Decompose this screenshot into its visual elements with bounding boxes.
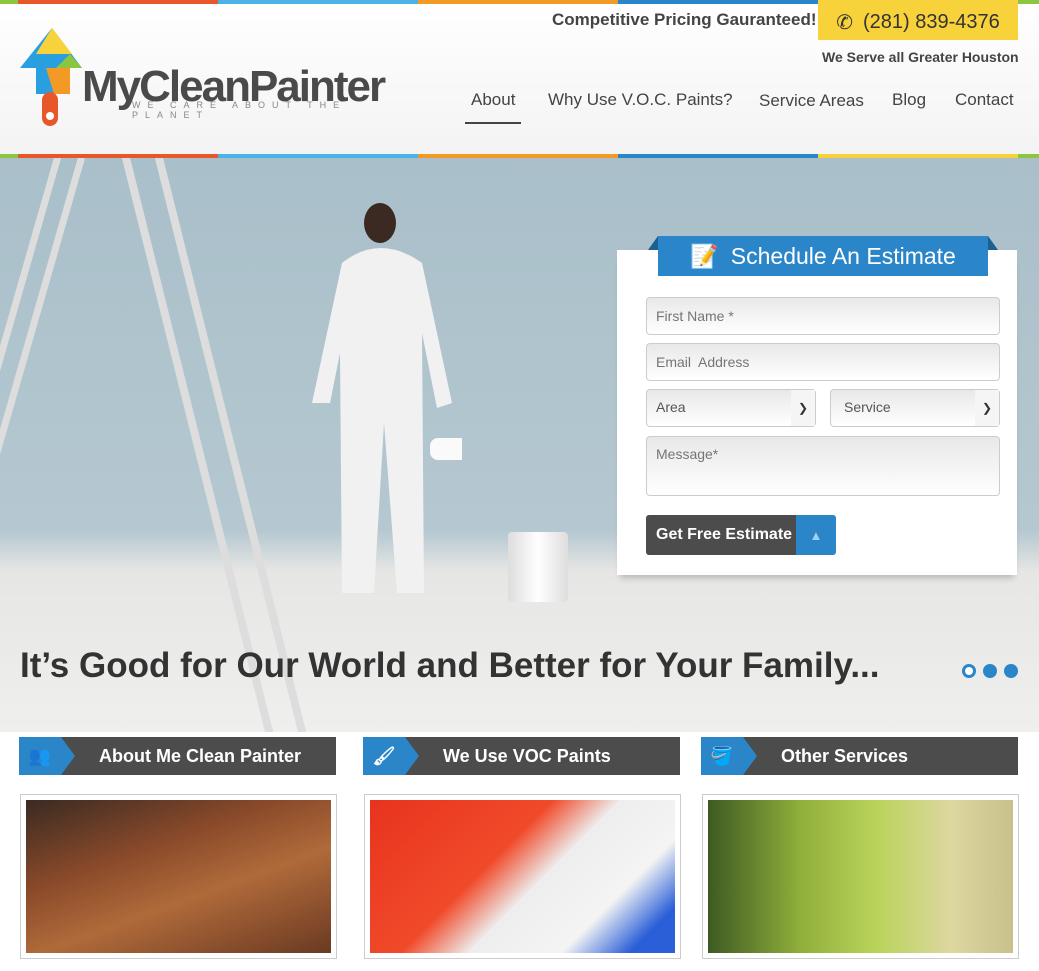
painter-image [312, 203, 462, 593]
section-about[interactable]: 👥 About Me Clean Painter [19, 737, 336, 775]
section-other-services[interactable]: 🪣 Other Services [701, 737, 1018, 775]
paint-roller-photo [370, 800, 675, 953]
users-icon: 👥 [19, 737, 75, 775]
hero-headline: It’s Good for Our World and Better for Y… [20, 646, 880, 685]
paint-bucket-icon: 🪣 [701, 737, 757, 775]
email-input[interactable] [646, 343, 1000, 381]
nav-about[interactable]: About [465, 90, 522, 124]
tagline: WE CARE ABOUT THE PLANET [132, 100, 347, 120]
chevron-down-icon: ❯ [975, 390, 999, 426]
section-title: We Use VOC Paints [443, 745, 611, 766]
color-stripe-top [0, 0, 1039, 4]
phone-icon: ✆ [836, 11, 853, 34]
paintbrush-icon: 🖌 [363, 737, 419, 775]
section-title: Other Services [781, 745, 909, 766]
ribbon-fold [988, 236, 998, 250]
slider-dots [962, 664, 1018, 678]
message-textarea[interactable] [646, 436, 1000, 496]
paintbrush-icon: ▲ [796, 515, 836, 555]
stripe-segment [818, 0, 1018, 4]
service-value: Service [844, 399, 891, 415]
ribbon-fold [648, 236, 658, 250]
first-name-input[interactable] [646, 297, 1000, 335]
stripe-segment [18, 0, 218, 4]
nav-blog[interactable]: Blog [892, 90, 926, 110]
get-free-estimate-button[interactable]: Get Free Estimate ▲ [646, 515, 836, 555]
area-value: Area [656, 399, 686, 415]
paintbrush-house-logo-icon [20, 28, 82, 126]
stripe-segment [0, 0, 18, 4]
service-select[interactable]: Service ❯ [830, 389, 1000, 427]
ladder-image [0, 158, 85, 476]
phone-button[interactable]: ✆ (281) 839-4376 [818, 4, 1018, 40]
site-header: MyCleanPainter WE CARE ABOUT THE PLANET … [0, 0, 1039, 158]
edit-document-icon: 📝 [690, 242, 719, 269]
nav-service-areas[interactable]: Service Areas [759, 91, 864, 111]
chevron-down-icon: ❯ [791, 390, 815, 426]
form-title: 📝 Schedule An Estimate [658, 236, 988, 276]
stripe-segment [418, 0, 618, 4]
services-image-card[interactable] [702, 794, 1019, 959]
stripe-segment [618, 0, 818, 4]
paint-bucket-image [508, 532, 568, 602]
stripe-segment [218, 0, 418, 4]
nav-why-voc[interactable]: Why Use V.O.C. Paints? [548, 90, 733, 110]
voc-image-card[interactable] [364, 794, 681, 959]
area-select[interactable]: Area ❯ [646, 389, 816, 427]
form-title-text: Schedule An Estimate [730, 242, 956, 269]
nav-contact[interactable]: Contact [955, 90, 1014, 110]
deck-painter-photo [26, 800, 331, 953]
about-image-card[interactable] [20, 794, 337, 959]
slide-dot-3[interactable] [1004, 664, 1018, 678]
phone-number: (281) 839-4376 [862, 10, 1000, 33]
service-area-text: We Serve all Greater Houston [822, 49, 1019, 65]
section-voc[interactable]: 🖌 We Use VOC Paints [363, 737, 680, 775]
submit-label: Get Free Estimate [646, 515, 796, 555]
slide-dot-1[interactable] [962, 664, 976, 678]
logo[interactable]: MyCleanPainter WE CARE ABOUT THE PLANET [16, 24, 386, 132]
section-title: About Me Clean Painter [99, 745, 302, 766]
promo-text: Competitive Pricing Gauranteed! [552, 10, 817, 29]
green-room-photo [708, 800, 1013, 953]
slide-dot-2[interactable] [983, 664, 997, 678]
stripe-segment [1018, 0, 1039, 4]
